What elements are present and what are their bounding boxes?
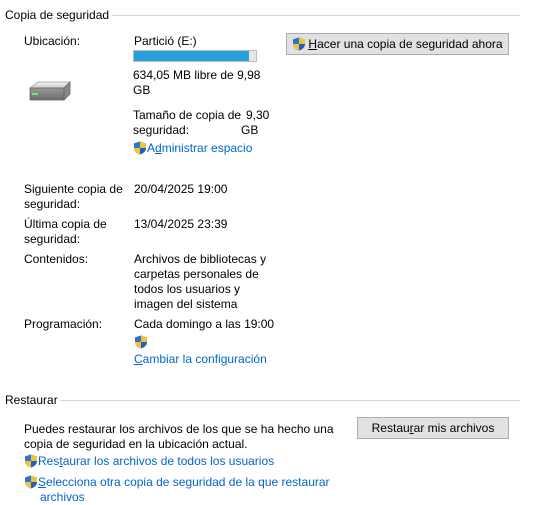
select-other-accesskey: S xyxy=(38,475,47,489)
restore-section-title: Restaurar xyxy=(5,393,58,407)
next-backup-label-l1: Siguiente copia de xyxy=(24,182,123,196)
change-settings-link[interactable]: Cambiar la configuración xyxy=(134,352,267,367)
last-backup-label-l2: seguridad: xyxy=(24,232,81,246)
schedule-label: Programación: xyxy=(24,317,103,331)
backup-section-title: Copia de seguridad xyxy=(5,8,110,22)
disk-usage-fill xyxy=(134,51,249,61)
restore-button-prefix: Restau xyxy=(371,421,410,435)
change-settings-rest: ambiar la configuración xyxy=(142,352,267,366)
backup-section-divider xyxy=(112,15,520,16)
restore-description-l1: Puedes restaurar los archivos de los que… xyxy=(24,422,334,436)
free-space-line1: 634,05 MB libre de 9,98 xyxy=(133,68,261,82)
location-label: Ubicación: xyxy=(24,34,81,48)
free-space-line2: GB xyxy=(133,83,151,97)
shield-icon xyxy=(292,37,306,51)
contents-line1: Archivos de bibliotecas y xyxy=(134,252,267,266)
backup-size-value-l2: GB xyxy=(241,123,259,137)
shield-icon xyxy=(24,454,38,468)
restore-description-l2: copia de seguridad en la ubicación actua… xyxy=(24,437,248,451)
next-backup-value: 20/04/2025 19:00 xyxy=(134,182,228,196)
restore-all-users-link[interactable]: Restaurar los archivos de todos los usua… xyxy=(24,454,274,469)
manage-space-link[interactable]: Administrar espacio xyxy=(133,141,252,156)
manage-space-accesskey: d xyxy=(155,141,162,155)
restore-all-rest: aurar los archivos de todos los usuarios xyxy=(62,454,275,468)
backup-now-label: acer una copia de seguridad ahora xyxy=(317,37,503,51)
next-backup-label-l2: seguridad: xyxy=(24,197,81,211)
change-settings-accesskey: C xyxy=(134,352,143,366)
restore-all-prefix: Res xyxy=(38,454,60,468)
select-other-line2[interactable]: archivos xyxy=(40,490,85,505)
backup-size-value-l1: 9,30 xyxy=(246,108,270,122)
backup-now-button[interactable]: Hacer una copia de seguridad ahora xyxy=(286,33,509,55)
backup-now-accesskey: H xyxy=(308,37,318,51)
last-backup-label-l1: Última copia de xyxy=(24,217,107,231)
manage-space-prefix: A xyxy=(147,141,156,155)
backup-size-label-l2: seguridad: xyxy=(133,123,190,137)
disk-usage-bar xyxy=(133,50,257,62)
schedule-value: Cada domingo a las 19:00 xyxy=(134,317,275,331)
shield-icon xyxy=(133,141,147,155)
drive-icon xyxy=(26,80,72,104)
contents-line3: todos los usuarios y xyxy=(134,282,241,296)
backup-size-label-l1: Tamaño de copia de xyxy=(133,108,242,122)
shield-icon xyxy=(134,335,148,352)
restore-section-divider xyxy=(60,400,520,401)
contents-line4: imagen del sistema xyxy=(134,297,238,311)
manage-space-rest: ministrar espacio xyxy=(161,141,253,155)
shield-icon xyxy=(24,475,38,489)
restore-my-files-button[interactable]: Restau r ar mis archivos xyxy=(357,417,509,439)
restore-button-rest: ar mis archivos xyxy=(413,421,495,435)
contents-label: Contenidos: xyxy=(24,252,89,266)
select-other-rest-l1: elecciona otra copia de seguridad de la … xyxy=(46,475,330,489)
select-other-backup-link[interactable]: Selecciona otra copia de seguridad de la… xyxy=(24,475,330,490)
last-backup-value: 13/04/2025 23:39 xyxy=(134,217,228,231)
contents-line2: carpetas personales de xyxy=(134,267,259,281)
location-value: Partició (E:) xyxy=(134,34,197,48)
